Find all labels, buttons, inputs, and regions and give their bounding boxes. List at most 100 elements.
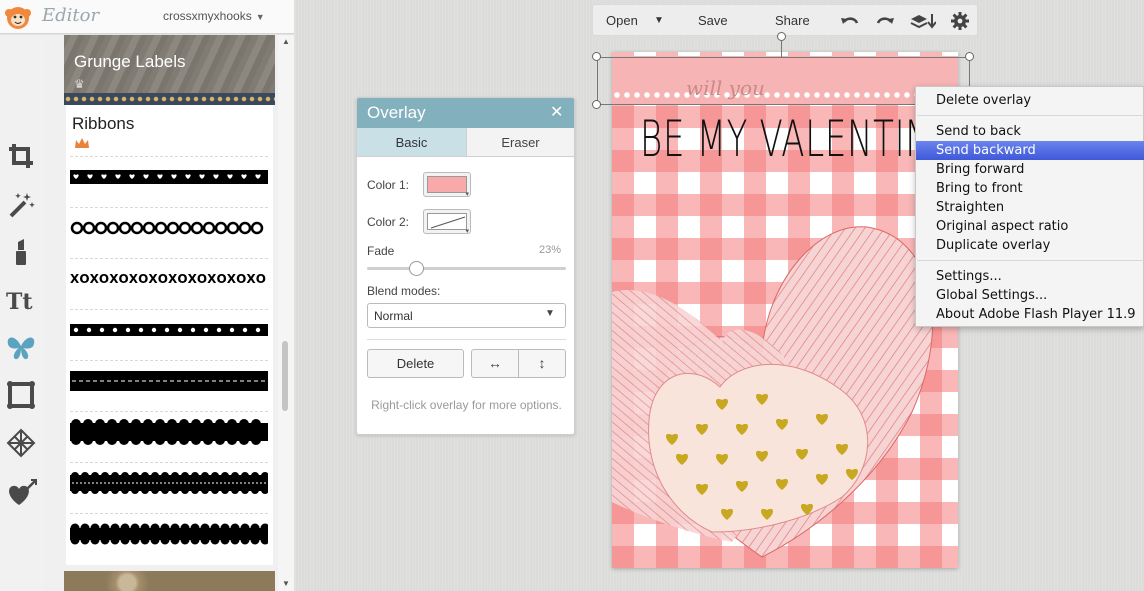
redo-icon[interactable] <box>875 11 895 31</box>
ribbon-motif <box>143 418 153 429</box>
menu-item-original-aspect-ratio[interactable]: Original aspect ratio <box>916 217 1144 236</box>
ribbon-motif <box>110 523 120 532</box>
tool-touch-up[interactable] <box>2 233 40 271</box>
category-grunge-labels[interactable]: Grunge Labels ♛ <box>64 35 275 97</box>
ribbon-xoxo-text: XOXOXOXOXOXOXOXOXOXO <box>70 271 267 286</box>
menu-item-bring-to-front[interactable]: Bring to front <box>916 179 1144 198</box>
ribbon-xoxo[interactable]: XOXOXOXOXOXOXOXOXOXO <box>70 258 268 298</box>
ribbon-motif <box>90 523 100 532</box>
tool-effects[interactable] <box>2 186 40 224</box>
undo-icon[interactable] <box>840 11 860 31</box>
ribbon-motif <box>100 523 110 532</box>
category-label: Ribbons <box>72 114 135 133</box>
overlay-hint: Right-click overlay for more options. <box>371 398 562 412</box>
ribbon-dots[interactable] <box>70 309 268 349</box>
ribbon-eyelet[interactable] <box>70 513 268 553</box>
editor-header: Editor crossxmyxhooks ▼ <box>0 0 294 34</box>
ribbon-motif <box>167 418 177 429</box>
lipstick-icon <box>16 239 26 265</box>
ribbon-hearts[interactable] <box>70 156 268 196</box>
ribbon-motif <box>201 471 209 480</box>
category-buttons[interactable] <box>64 571 275 591</box>
tool-textures[interactable] <box>2 424 40 462</box>
resize-handle-top-left[interactable] <box>592 52 601 61</box>
share-button[interactable]: Share <box>775 13 810 28</box>
color2-swatch[interactable]: ▾ <box>423 209 471 235</box>
ribbon-motif <box>231 471 239 480</box>
ribbon-stitched[interactable] <box>70 360 268 400</box>
resize-handle-top-right[interactable] <box>965 52 974 61</box>
menu-item-about-flash[interactable]: About Adobe Flash Player 11.9 <box>916 305 1144 324</box>
tool-text[interactable]: Tt <box>2 281 40 319</box>
grunge-edge <box>64 93 275 105</box>
delete-button[interactable]: Delete <box>367 349 464 378</box>
ribbon-motif <box>190 523 200 532</box>
open-button[interactable]: Open <box>606 13 638 28</box>
ribbon-motif <box>71 471 79 480</box>
ribbon-motif <box>121 485 129 494</box>
gear-icon[interactable] <box>950 11 970 31</box>
color1-label: Color 1: <box>367 178 410 192</box>
menu-item-send-to-back[interactable]: Send to back <box>916 122 1144 141</box>
menu-item-bring-forward[interactable]: Bring forward <box>916 160 1144 179</box>
color1-swatch[interactable]: ▾ <box>423 172 471 198</box>
ribbon-motif <box>240 523 250 532</box>
menu-item-send-backward[interactable]: Send backward <box>916 141 1144 160</box>
flip-vertical-icon[interactable]: ↕ <box>518 349 566 378</box>
close-icon[interactable]: ✕ <box>550 102 563 122</box>
menu-item-settings[interactable]: Settings... <box>916 267 1144 286</box>
rotate-handle[interactable] <box>777 32 786 41</box>
menu-item-global-settings[interactable]: Global Settings... <box>916 286 1144 305</box>
ribbon-scallop[interactable] <box>70 411 268 451</box>
ribbon-motif <box>241 485 249 494</box>
magic-wand-icon <box>9 193 35 218</box>
ribbon-motif <box>255 327 261 332</box>
monkey-logo-icon[interactable] <box>4 3 32 31</box>
sticker-panel: Grunge Labels ♛ Ribbons XOXOXOXOXOXOXOXO… <box>44 35 294 591</box>
chevron-down-icon: ▾ <box>465 228 469 235</box>
ribbon-motif <box>83 434 93 445</box>
menu-item-delete-overlay[interactable]: Delete overlay <box>916 91 1144 110</box>
ribbon-scallop-lace[interactable] <box>70 462 268 502</box>
ribbon-motif <box>161 471 169 480</box>
ribbon-motif <box>106 221 120 234</box>
tool-frames[interactable] <box>2 376 40 414</box>
tool-crop[interactable] <box>2 137 40 175</box>
ribbon-motif <box>210 523 220 532</box>
tool-themes[interactable] <box>2 474 40 512</box>
user-menu[interactable]: crossxmyxhooks ▼ <box>163 9 265 23</box>
layers-icon[interactable] <box>910 11 936 31</box>
scroll-thumb[interactable] <box>282 341 288 411</box>
panel-scrollbar[interactable]: ▲ ▼ <box>278 35 294 591</box>
blend-mode-select[interactable]: Normal ▼ <box>367 303 566 328</box>
menu-item-straighten[interactable]: Straighten <box>916 198 1144 217</box>
fade-slider-track[interactable] <box>367 267 566 270</box>
ribbon-motif <box>154 221 168 234</box>
ribbon-motif <box>230 523 240 532</box>
ribbon-motif <box>110 535 120 544</box>
ribbon-motif <box>111 485 119 494</box>
ribbon-motif <box>130 535 140 544</box>
texture-icon <box>6 428 36 458</box>
open-dropdown-icon[interactable]: ▼ <box>654 15 664 26</box>
ribbon-scallop-lace-graphic <box>70 471 268 494</box>
ribbon-motif <box>131 418 141 429</box>
resize-handle-bottom-left[interactable] <box>592 100 601 109</box>
tab-basic[interactable]: Basic <box>357 128 466 157</box>
photo-canvas[interactable]: will you BE MY VALENTINE <box>612 52 958 568</box>
tab-eraser[interactable]: Eraser <box>466 128 574 157</box>
menu-separator <box>917 260 1144 261</box>
scroll-down-icon[interactable]: ▼ <box>282 579 290 588</box>
menu-item-duplicate-overlay[interactable]: Duplicate overlay <box>916 236 1144 255</box>
ribbon-motif <box>211 485 219 494</box>
ribbon-motif <box>251 418 261 429</box>
save-button[interactable]: Save <box>698 13 728 28</box>
ribbon-motif <box>131 471 139 480</box>
flip-horizontal-icon[interactable]: ↔ <box>471 349 519 378</box>
ribbon-chain[interactable] <box>70 207 268 247</box>
category-label: Grunge Labels <box>74 52 186 71</box>
tool-overlays[interactable] <box>2 329 40 367</box>
fade-slider-knob[interactable] <box>409 261 424 276</box>
tool-strip: Tt <box>0 35 44 591</box>
scroll-up-icon[interactable]: ▲ <box>282 37 290 46</box>
